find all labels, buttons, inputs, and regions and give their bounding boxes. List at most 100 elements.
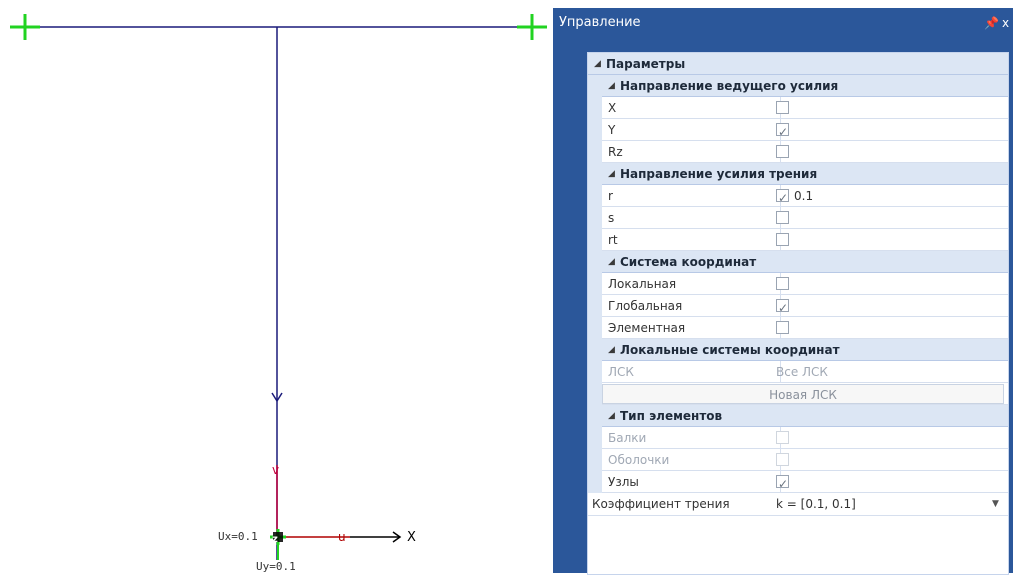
property-label: Rz — [602, 141, 781, 163]
property-label: ЛСК — [602, 361, 781, 383]
lsk-value[interactable]: Все ЛСК — [776, 361, 828, 383]
subcategory-friction-direction[interactable]: ◢ Направление усилия трения — [602, 163, 1008, 185]
subcategory-local-systems[interactable]: ◢ Локальные системы координат — [602, 339, 1008, 361]
gutter — [588, 273, 602, 295]
collapse-triangle-icon[interactable]: ◢ — [608, 405, 615, 427]
property-label: Элементная — [602, 317, 781, 339]
property-row-x[interactable]: X — [588, 97, 1008, 119]
check-icon: ✓ — [778, 125, 789, 139]
new-lsk-button[interactable]: Новая ЛСК — [602, 384, 1004, 404]
property-label: rt — [602, 229, 781, 251]
checkbox-beams — [776, 431, 789, 444]
friction-label: Коэффициент трения — [592, 497, 730, 511]
gutter — [588, 449, 602, 471]
checkbox-r[interactable]: ✓ — [776, 189, 789, 205]
property-label: Балки — [602, 427, 781, 449]
checkbox-nodes[interactable]: ✓ — [776, 475, 789, 491]
checkbox-x[interactable] — [776, 101, 789, 114]
gutter — [588, 207, 602, 229]
property-label: Узлы — [602, 471, 781, 493]
property-label: s — [602, 207, 781, 229]
subcategory-element-type[interactable]: ◢ Тип элементов — [602, 405, 1008, 427]
gutter — [588, 339, 602, 361]
model-canvas[interactable]: v u X z Ux=0.1 Uy=0.1 — [0, 0, 550, 573]
support-left-icon[interactable] — [10, 14, 40, 40]
gutter — [588, 75, 602, 97]
uy-label: Uy=0.1 — [256, 560, 296, 573]
category-parameters[interactable]: ◢ Параметры — [588, 53, 1008, 75]
subcategory-label: Тип элементов — [620, 409, 723, 423]
gutter — [588, 405, 602, 427]
checkbox-rt[interactable] — [776, 233, 789, 246]
subcategory-driving-force[interactable]: ◢ Направление ведущего усилия — [602, 75, 1008, 97]
gutter — [588, 295, 602, 317]
check-icon: ✓ — [778, 191, 789, 205]
property-row-y[interactable]: Y ✓ — [588, 119, 1008, 141]
close-icon[interactable]: x — [1002, 8, 1009, 38]
property-row-lsk[interactable]: ЛСК Все ЛСК — [588, 361, 1008, 383]
checkbox-rz[interactable] — [776, 145, 789, 158]
gutter — [588, 251, 602, 273]
property-label: Y — [602, 119, 781, 141]
collapse-triangle-icon[interactable]: ◢ — [608, 251, 615, 273]
category-label: Параметры — [606, 57, 686, 71]
collapse-triangle-icon[interactable]: ◢ — [594, 53, 601, 75]
collapse-triangle-icon[interactable]: ◢ — [608, 339, 615, 361]
property-row-rz[interactable]: Rz — [588, 141, 1008, 163]
subcategory-label: Локальные системы координат — [620, 343, 840, 357]
ux-label: Ux=0.1 — [218, 530, 258, 543]
panel-header: Управление 📌 x — [553, 8, 1013, 38]
gutter — [588, 427, 602, 449]
r-value[interactable]: 0.1 — [794, 185, 813, 207]
collapse-triangle-icon[interactable]: ◢ — [608, 163, 615, 185]
subcategory-label: Система координат — [620, 255, 757, 269]
property-row-element[interactable]: Элементная — [588, 317, 1008, 339]
gutter — [588, 361, 602, 383]
subcategory-label: Направление ведущего усилия — [620, 79, 839, 93]
u-axis-label: u — [338, 530, 346, 544]
checkbox-element[interactable] — [776, 321, 789, 334]
property-row-local[interactable]: Локальная — [588, 273, 1008, 295]
property-row-r[interactable]: r ✓ 0.1 — [588, 185, 1008, 207]
property-row-friction[interactable]: Коэффициент трения k = [0.1, 0.1] ▼ — [588, 493, 1008, 516]
property-row-shells: Оболочки — [588, 449, 1008, 471]
control-panel: Управление 📌 x ◢ Параметры ◢ Направление… — [553, 8, 1013, 575]
property-label: Оболочки — [602, 449, 781, 471]
property-grid: ◢ Параметры ◢ Направление ведущего усили… — [587, 52, 1009, 575]
checkbox-y[interactable]: ✓ — [776, 123, 789, 139]
property-row-global[interactable]: Глобальная ✓ — [588, 295, 1008, 317]
gutter — [588, 163, 602, 185]
subcategory-label: Направление усилия трения — [620, 167, 818, 181]
property-row-rt[interactable]: rt — [588, 229, 1008, 251]
gutter — [588, 97, 602, 119]
property-row-nodes[interactable]: Узлы ✓ — [588, 471, 1008, 493]
checkbox-shells — [776, 453, 789, 466]
x-axis-label: X — [407, 530, 416, 545]
gutter — [588, 317, 602, 339]
check-icon: ✓ — [778, 301, 789, 315]
property-label: Глобальная — [602, 295, 781, 317]
check-icon: ✓ — [778, 477, 789, 491]
panel-title: Управление — [559, 15, 641, 30]
z-axis-label: z — [272, 534, 278, 545]
checkbox-local[interactable] — [776, 277, 789, 290]
collapse-triangle-icon[interactable]: ◢ — [608, 75, 615, 97]
subcategory-coordinate-system[interactable]: ◢ Система координат — [602, 251, 1008, 273]
checkbox-s[interactable] — [776, 211, 789, 224]
pin-icon[interactable]: 📌 — [984, 8, 999, 38]
friction-value[interactable]: k = [0.1, 0.1] — [776, 493, 856, 515]
property-row-beams: Балки — [588, 427, 1008, 449]
checkbox-global[interactable]: ✓ — [776, 299, 789, 315]
chevron-down-icon[interactable]: ▼ — [992, 493, 999, 515]
gutter — [588, 141, 602, 163]
support-right-icon[interactable] — [517, 14, 547, 40]
property-label: X — [602, 97, 781, 119]
property-row-new-lsk: Новая ЛСК — [588, 383, 1008, 405]
v-axis-label: v — [272, 463, 279, 477]
gutter — [588, 383, 602, 405]
gutter — [588, 119, 602, 141]
gutter — [588, 471, 602, 493]
property-label: Локальная — [602, 273, 781, 295]
property-row-s[interactable]: s — [588, 207, 1008, 229]
model-viewport[interactable]: v u X z Ux=0.1 Uy=0.1 — [0, 0, 550, 573]
